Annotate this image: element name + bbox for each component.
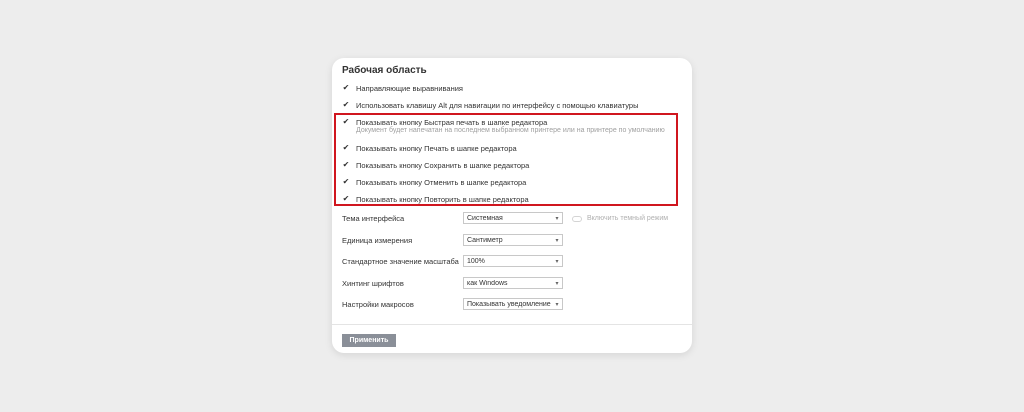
checkmark-icon[interactable]: ✔ xyxy=(342,178,350,186)
theme-select[interactable]: Системная ▾ xyxy=(463,212,563,224)
checkbox-label: Показывать кнопку Печать в шапке редакто… xyxy=(356,143,517,153)
checkmark-icon[interactable]: ✔ xyxy=(342,101,350,109)
checkbox-alignment-guides[interactable]: ✔ Направляющие выравнивания xyxy=(342,81,463,95)
chevron-down-icon: ▾ xyxy=(555,301,559,308)
checkbox-print[interactable]: ✔ Показывать кнопку Печать в шапке редак… xyxy=(342,141,517,155)
select-value: Показывать уведомление xyxy=(467,300,551,308)
checkmark-icon[interactable]: ✔ xyxy=(342,118,350,126)
checkmark-icon[interactable]: ✔ xyxy=(342,195,350,203)
select-value: как Windows xyxy=(467,279,508,287)
checkbox-undo[interactable]: ✔ Показывать кнопку Отменить в шапке ред… xyxy=(342,175,527,189)
apply-button[interactable]: Применить xyxy=(342,334,396,347)
checkbox-redo[interactable]: ✔ Показывать кнопку Повторить в шапке ре… xyxy=(342,192,529,206)
checkbox-label: Направляющие выравнивания xyxy=(356,83,463,93)
select-value: Сантиметр xyxy=(467,236,503,244)
setting-label-zoom: Стандартное значение масштаба xyxy=(342,257,459,266)
chevron-down-icon: ▾ xyxy=(555,258,559,265)
select-value: Системная xyxy=(467,214,503,222)
dark-mode-toggle[interactable]: Включить темный режим xyxy=(572,215,668,222)
checkbox-label: Показывать кнопку Отменить в шапке редак… xyxy=(356,177,527,187)
zoom-select[interactable]: 100% ▾ xyxy=(463,255,563,267)
setting-label-unit: Единица измерения xyxy=(342,236,413,245)
font-hinting-select[interactable]: как Windows ▾ xyxy=(463,277,563,289)
chevron-down-icon: ▾ xyxy=(555,215,559,222)
checkbox-label: Показывать кнопку Быстрая печать в шапке… xyxy=(356,117,548,127)
divider xyxy=(332,324,692,325)
checkbox-alt-navigation[interactable]: ✔ Использовать клавишу Alt для навигации… xyxy=(342,98,639,112)
checkmark-icon[interactable]: ✔ xyxy=(342,84,350,92)
setting-label-theme: Тема интерфейса xyxy=(342,214,405,223)
settings-panel: Рабочая область ✔ Направляющие выравнива… xyxy=(332,58,692,353)
checkmark-icon[interactable]: ✔ xyxy=(342,144,350,152)
chevron-down-icon: ▾ xyxy=(555,237,559,244)
toggle-switch[interactable] xyxy=(572,215,582,222)
chevron-down-icon: ▾ xyxy=(555,280,559,287)
setting-label-font-hinting: Хинтинг шрифтов xyxy=(342,279,404,288)
select-value: 100% xyxy=(467,257,485,265)
checkbox-label: Показывать кнопку Повторить в шапке реда… xyxy=(356,194,529,204)
checkmark-icon[interactable]: ✔ xyxy=(342,161,350,169)
setting-label-macros: Настройки макросов xyxy=(342,300,414,309)
checkbox-label: Использовать клавишу Alt для навигации п… xyxy=(356,100,639,110)
section-title: Рабочая область xyxy=(342,65,427,76)
quick-print-hint: Документ будет напечатан на последнем вы… xyxy=(356,127,665,134)
checkbox-label: Показывать кнопку Сохранить в шапке реда… xyxy=(356,160,530,170)
dark-mode-toggle-label: Включить темный режим xyxy=(587,215,669,222)
macros-select[interactable]: Показывать уведомление ▾ xyxy=(463,298,563,310)
unit-select[interactable]: Сантиметр ▾ xyxy=(463,234,563,246)
checkbox-save[interactable]: ✔ Показывать кнопку Сохранить в шапке ре… xyxy=(342,158,530,172)
